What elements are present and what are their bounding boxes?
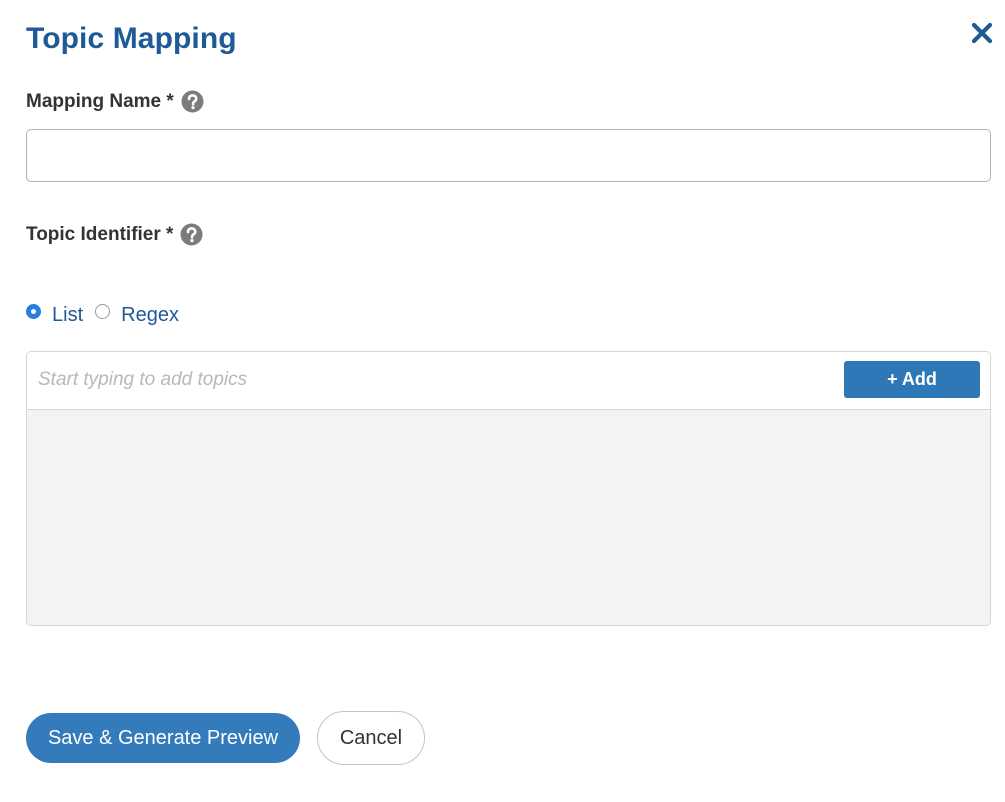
topic-identifier-label-row: Topic Identifier *	[26, 223, 203, 246]
radio-option-list[interactable]: List	[26, 304, 83, 327]
radio-list[interactable]	[26, 304, 41, 319]
question-circle-icon[interactable]	[181, 90, 204, 113]
mapping-name-input[interactable]	[26, 129, 991, 182]
topics-list	[27, 410, 990, 625]
question-circle-icon[interactable]	[180, 223, 203, 246]
topic-input[interactable]	[27, 352, 827, 407]
radio-list-label: List	[52, 304, 84, 326]
topic-mapping-dialog: Topic Mapping Mapping Name * Topic Ident…	[0, 0, 1005, 802]
topic-identifier-mode-group: List Regex	[26, 304, 179, 327]
radio-regex[interactable]	[95, 304, 111, 319]
topic-identifier-label: Topic Identifier *	[26, 223, 174, 245]
radio-regex-label: Regex	[121, 304, 179, 326]
cancel-button[interactable]: Cancel	[317, 711, 425, 765]
mapping-name-label: Mapping Name *	[26, 90, 174, 112]
close-icon[interactable]	[969, 20, 995, 46]
save-generate-preview-button[interactable]: Save & Generate Preview	[26, 713, 300, 763]
radio-option-regex[interactable]: Regex	[95, 304, 179, 327]
topics-list-box: + Add	[26, 351, 991, 626]
mapping-name-label-row: Mapping Name *	[26, 90, 204, 113]
add-topic-button[interactable]: + Add	[844, 361, 980, 398]
dialog-title: Topic Mapping	[26, 22, 237, 55]
topics-input-bar: + Add	[27, 352, 990, 410]
